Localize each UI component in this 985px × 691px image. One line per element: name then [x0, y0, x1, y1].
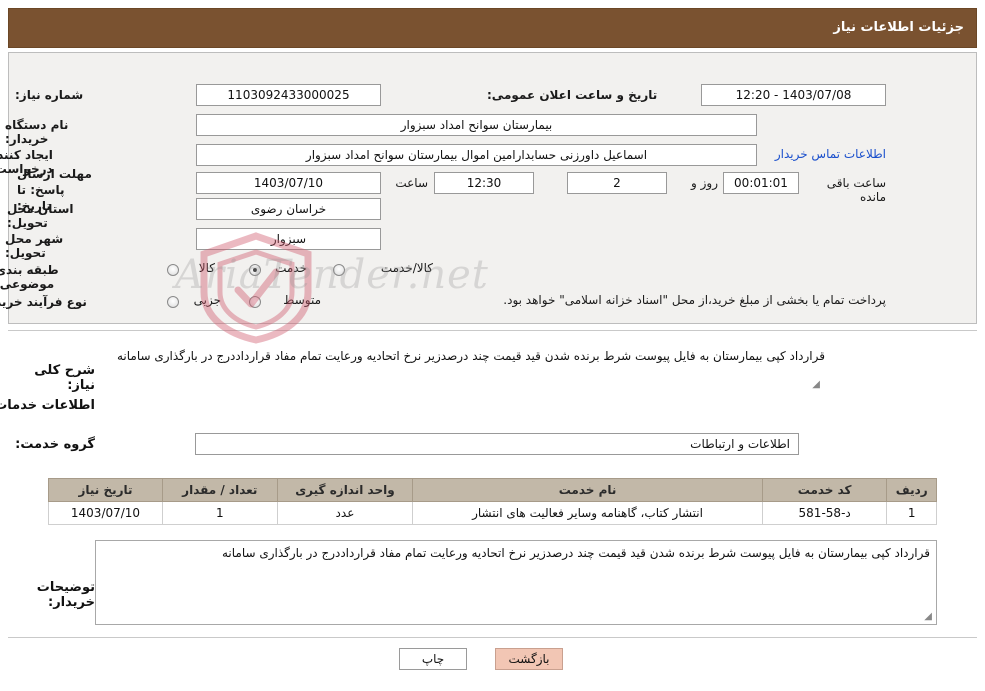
province-label: استان محل تحویل: — [7, 202, 74, 230]
table-header-row: ردیف کد خدمت نام خدمت واحد اندازه گیری ت… — [48, 478, 937, 502]
page-header: جزئیات اطلاعات نیاز — [8, 8, 977, 48]
radio-process-jozi-label: جزیی — [193, 293, 221, 307]
buyer-org-value: بیمارستان سوانح امداد سبزوار — [196, 114, 757, 136]
notes-resize-grip-icon[interactable]: ◢ — [922, 612, 932, 622]
radio-process-jozi[interactable] — [167, 296, 179, 308]
radio-category-kala-label: کالا — [198, 261, 215, 275]
city-value: سبزوار — [196, 228, 381, 250]
remaining-days-label: روز و — [691, 176, 718, 190]
col-row: ردیف — [886, 478, 937, 502]
buyer-contact-link[interactable]: اطلاعات تماس خریدار — [775, 147, 886, 161]
radio-process-motevaset-label: متوسط — [283, 293, 321, 307]
process-note: پرداخت تمام یا بخشی از مبلغ خرید،از محل … — [503, 293, 886, 307]
col-qty: تعداد / مقدار — [161, 478, 278, 502]
deadline-time-label: ساعت — [395, 176, 428, 190]
general-desc-label: شرح کلی نیاز: — [34, 363, 95, 393]
back-button[interactable]: بازگشت — [495, 648, 563, 670]
col-name: نام خدمت — [412, 478, 763, 502]
service-group-value: اطلاعات و ارتباطات — [195, 433, 799, 455]
radio-category-kala-khedmat-label: کالا/خدمت — [380, 261, 433, 275]
print-button[interactable]: چاپ — [399, 648, 467, 670]
table-row: 1 د-58-581 انتشار کتاب، گاهنامه وسایر فع… — [48, 501, 937, 525]
general-desc-value: قرارداد کپی بیمارستان به فایل پیوست شرط … — [116, 349, 825, 363]
buyer-org-label: نام دستگاه خریدار: — [5, 118, 69, 146]
cell-qty: 1 — [161, 501, 278, 525]
page-root: جزئیات اطلاعات نیاز شماره نیاز: 11030924… — [0, 0, 985, 691]
cell-code: د-58-581 — [761, 501, 888, 525]
countdown-label: ساعت باقی مانده — [826, 176, 886, 204]
city-label: شهر محل تحویل: — [5, 232, 64, 260]
cell-name: انتشار کتاب، گاهنامه وسایر فعالیت های ان… — [412, 501, 763, 525]
announce-datetime-value: 1403/07/08 - 12:20 — [701, 84, 886, 106]
cell-date: 1403/07/10 — [48, 501, 163, 525]
radio-category-khedmat-label: خدمت — [275, 261, 307, 275]
countdown-value: 00:01:01 — [723, 172, 799, 194]
need-number-label: شماره نیاز: — [15, 88, 84, 102]
col-code: کد خدمت — [761, 478, 888, 502]
process-label: نوع فرآیند خرید : — [0, 295, 87, 309]
requester-value: اسماعیل داورزنی حسابدارامین اموال بیمارس… — [196, 144, 757, 166]
buyer-notes-value[interactable]: قرارداد کپی بیمارستان به فایل پیوست شرط … — [95, 540, 937, 625]
announce-datetime-label: تاریخ و ساعت اعلان عمومی: — [487, 88, 658, 102]
radio-category-khedmat[interactable] — [249, 264, 261, 276]
category-label: طبقه بندی موضوعی: — [0, 263, 59, 291]
radio-category-kala[interactable] — [167, 264, 179, 276]
panel-divider — [8, 330, 977, 331]
col-unit: واحد اندازه گیری — [276, 478, 414, 502]
service-group-label: گروه خدمت: — [15, 437, 95, 452]
resize-grip-icon: ◢ — [812, 379, 820, 390]
deadline-date-value: 1403/07/10 — [196, 172, 381, 194]
buyer-notes-label: توضیحات خریدار: — [36, 580, 95, 610]
services-section-title: اطلاعات خدمات مورد نیاز — [0, 398, 95, 413]
col-date: تاریخ نیاز — [48, 478, 163, 502]
services-table: ردیف کد خدمت نام خدمت واحد اندازه گیری ت… — [48, 478, 937, 525]
cell-row: 1 — [886, 501, 937, 525]
page-title: جزئیات اطلاعات نیاز — [833, 20, 964, 35]
footer-divider — [8, 637, 977, 638]
deadline-time-value: 12:30 — [434, 172, 534, 194]
radio-category-kala-khedmat[interactable] — [333, 264, 345, 276]
remaining-days-value: 2 — [567, 172, 667, 194]
province-value: خراسان رضوی — [196, 198, 381, 220]
radio-process-motevaset[interactable] — [249, 296, 261, 308]
cell-unit: عدد — [276, 501, 414, 525]
need-number-value: 1103092433000025 — [196, 84, 381, 106]
